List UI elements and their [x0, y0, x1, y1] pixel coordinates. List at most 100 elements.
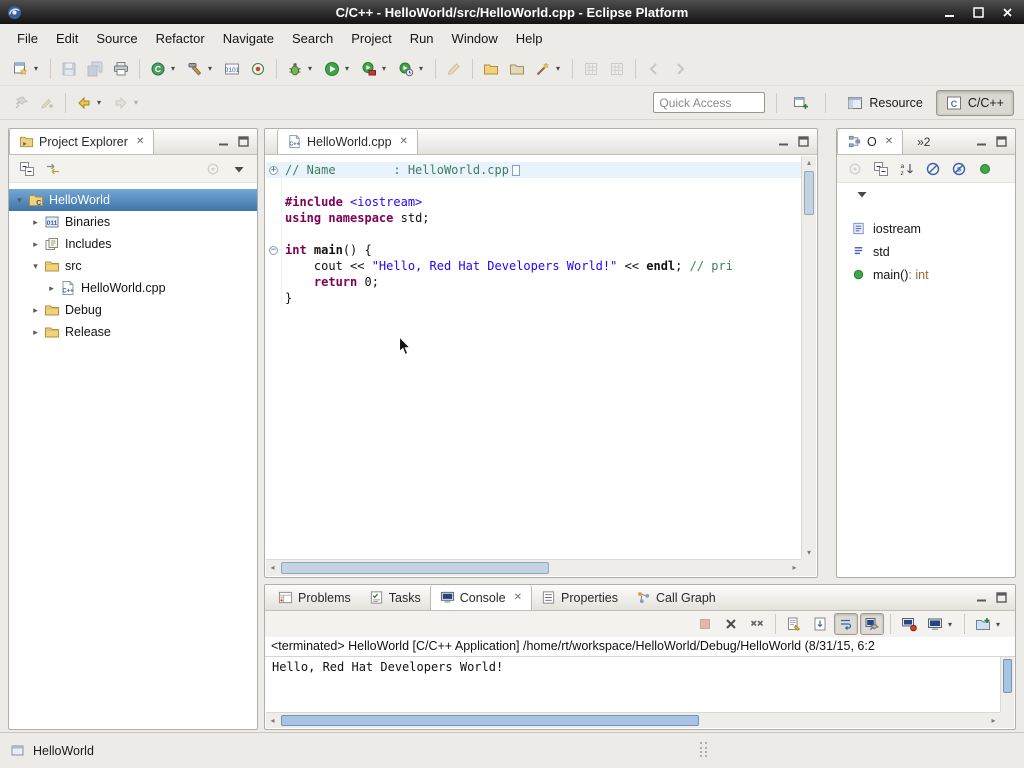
save-all-button[interactable]: [83, 57, 107, 81]
pin-editor-button[interactable]: [9, 91, 33, 115]
collapse-all-button[interactable]: [15, 158, 39, 180]
scroll-left-icon[interactable]: ◂: [266, 713, 279, 728]
menu-window[interactable]: Window: [443, 26, 507, 51]
tree-expand-arrow[interactable]: ▸: [29, 217, 42, 228]
save-button[interactable]: [57, 57, 81, 81]
mark-occurrences-button[interactable]: [442, 57, 466, 81]
close-icon[interactable]: ✕: [885, 136, 893, 147]
horizontal-scrollbar-thumb[interactable]: [281, 715, 699, 726]
tab-problems[interactable]: Problems: [269, 585, 360, 610]
wand-button[interactable]: ▾: [531, 57, 566, 81]
app-icon[interactable]: [7, 5, 22, 20]
console-output[interactable]: Hello, Red Hat Developers World!: [266, 657, 1000, 712]
vertical-scrollbar-thumb[interactable]: [804, 171, 814, 215]
tree-item-release[interactable]: ▸Release: [9, 321, 257, 343]
open-type-button[interactable]: [479, 57, 503, 81]
outline-item-iostream[interactable]: iostream: [837, 217, 1015, 240]
word-wrap-button[interactable]: [834, 613, 858, 635]
maximize-view-button[interactable]: [996, 592, 1007, 603]
tab-properties[interactable]: Properties: [532, 585, 627, 610]
show-stdout-button[interactable]: [897, 613, 921, 635]
perspective-resource[interactable]: Resource: [837, 90, 933, 116]
scroll-lock-button[interactable]: [808, 613, 832, 635]
open-console-button[interactable]: ▾: [971, 613, 1006, 635]
menu-project[interactable]: Project: [342, 26, 400, 51]
fold-plus-icon[interactable]: +: [266, 162, 282, 178]
sash-grip[interactable]: [700, 742, 707, 757]
maximize-view-button[interactable]: [798, 136, 809, 147]
menu-navigate[interactable]: Navigate: [214, 26, 283, 51]
back-history-button[interactable]: [642, 57, 666, 81]
scroll-left-icon[interactable]: ◂: [266, 560, 279, 576]
debug-button[interactable]: ▾: [283, 57, 318, 81]
menu-source[interactable]: Source: [87, 26, 146, 51]
tree-item-src[interactable]: ▾src: [9, 255, 257, 277]
remove-all-button[interactable]: [745, 613, 769, 635]
tab-overflow-indicator[interactable]: »2: [917, 135, 930, 149]
vertical-scrollbar-thumb[interactable]: [1003, 659, 1012, 693]
focus-button[interactable]: [201, 158, 225, 180]
new-class-button[interactable]: C▾: [146, 57, 181, 81]
hide-fields-button[interactable]: [921, 158, 945, 180]
minimize-view-button[interactable]: [778, 136, 789, 147]
collapse-all-button[interactable]: [869, 158, 893, 180]
open-perspective-button[interactable]: [789, 91, 813, 115]
tab-project-explorer[interactable]: Project Explorer ✕: [9, 129, 154, 154]
tree-expand-arrow[interactable]: ▸: [29, 327, 42, 338]
minimize-window-icon[interactable]: [943, 6, 956, 19]
hide-static-button[interactable]: S: [947, 158, 971, 180]
menu-edit[interactable]: Edit: [47, 26, 87, 51]
minimize-view-button[interactable]: [976, 592, 987, 603]
last-edit-location-button[interactable]: [35, 91, 59, 115]
print-button[interactable]: [109, 57, 133, 81]
horizontal-scrollbar-thumb[interactable]: [281, 562, 549, 574]
display-console-button[interactable]: ▾: [923, 613, 958, 635]
clear-console-button[interactable]: [782, 613, 806, 635]
tab-tasks[interactable]: Tasks: [360, 585, 430, 610]
scroll-down-icon[interactable]: ▾: [802, 546, 816, 559]
remove-launch-button[interactable]: [719, 613, 743, 635]
close-icon[interactable]: ✕: [514, 592, 522, 603]
external-tools-button[interactable]: ▾: [357, 57, 392, 81]
hide-nonpublic-button[interactable]: [973, 158, 997, 180]
profile-button[interactable]: ▾: [394, 57, 429, 81]
outline-item-std[interactable]: std: [837, 240, 1015, 263]
back-button[interactable]: ▾: [72, 91, 107, 115]
editor-horizontal-scrollbar[interactable]: ◂ ▸: [266, 559, 801, 576]
menu-help[interactable]: Help: [507, 26, 552, 51]
fold-minus-icon[interactable]: −: [266, 242, 282, 258]
tree-collapse-arrow[interactable]: ▾: [29, 261, 42, 272]
tab-helloworld-cpp[interactable]: C++ HelloWorld.cpp ✕: [277, 129, 418, 154]
new-wizard-button[interactable]: ▾: [9, 57, 44, 81]
tree-item-helloworld-cpp[interactable]: ▸C++HelloWorld.cpp: [9, 277, 257, 299]
perspective-cdt[interactable]: CC/C++: [936, 90, 1014, 116]
console-horizontal-scrollbar[interactable]: ◂ ▸: [266, 712, 1000, 728]
build-button[interactable]: ▾: [183, 57, 218, 81]
tree-collapse-arrow[interactable]: ▾: [13, 195, 26, 206]
scroll-up-icon[interactable]: ▴: [802, 156, 816, 169]
view-menu-button[interactable]: [850, 185, 874, 203]
folded-region-box[interactable]: [512, 165, 520, 176]
close-icon[interactable]: ✕: [400, 136, 408, 147]
binary-console-button[interactable]: 0101: [220, 57, 244, 81]
tab-outline[interactable]: O ✕: [837, 129, 903, 154]
tree-item-includes[interactable]: ▸Includes: [9, 233, 257, 255]
tree-expand-arrow[interactable]: ▸: [45, 283, 58, 294]
minimize-view-button[interactable]: [976, 136, 987, 147]
quick-access-input[interactable]: [653, 92, 765, 113]
tree-item-helloworld[interactable]: ▾CHelloWorld: [9, 189, 257, 211]
maximize-view-button[interactable]: [238, 136, 249, 147]
menu-run[interactable]: Run: [401, 26, 443, 51]
tab-call-graph[interactable]: Call Graph: [627, 585, 725, 610]
tree-expand-arrow[interactable]: ▸: [29, 305, 42, 316]
scroll-right-icon[interactable]: ▸: [987, 713, 1000, 728]
tree-expand-arrow[interactable]: ▸: [29, 239, 42, 250]
tree-item-binaries[interactable]: ▸011Binaries: [9, 211, 257, 233]
maximize-view-button[interactable]: [996, 136, 1007, 147]
run-button[interactable]: ▾: [320, 57, 355, 81]
sort-button[interactable]: az: [895, 158, 919, 180]
menu-refactor[interactable]: Refactor: [147, 26, 214, 51]
console-vertical-scrollbar[interactable]: [1000, 657, 1014, 712]
close-icon[interactable]: ✕: [136, 136, 144, 147]
close-window-icon[interactable]: [1001, 6, 1014, 19]
